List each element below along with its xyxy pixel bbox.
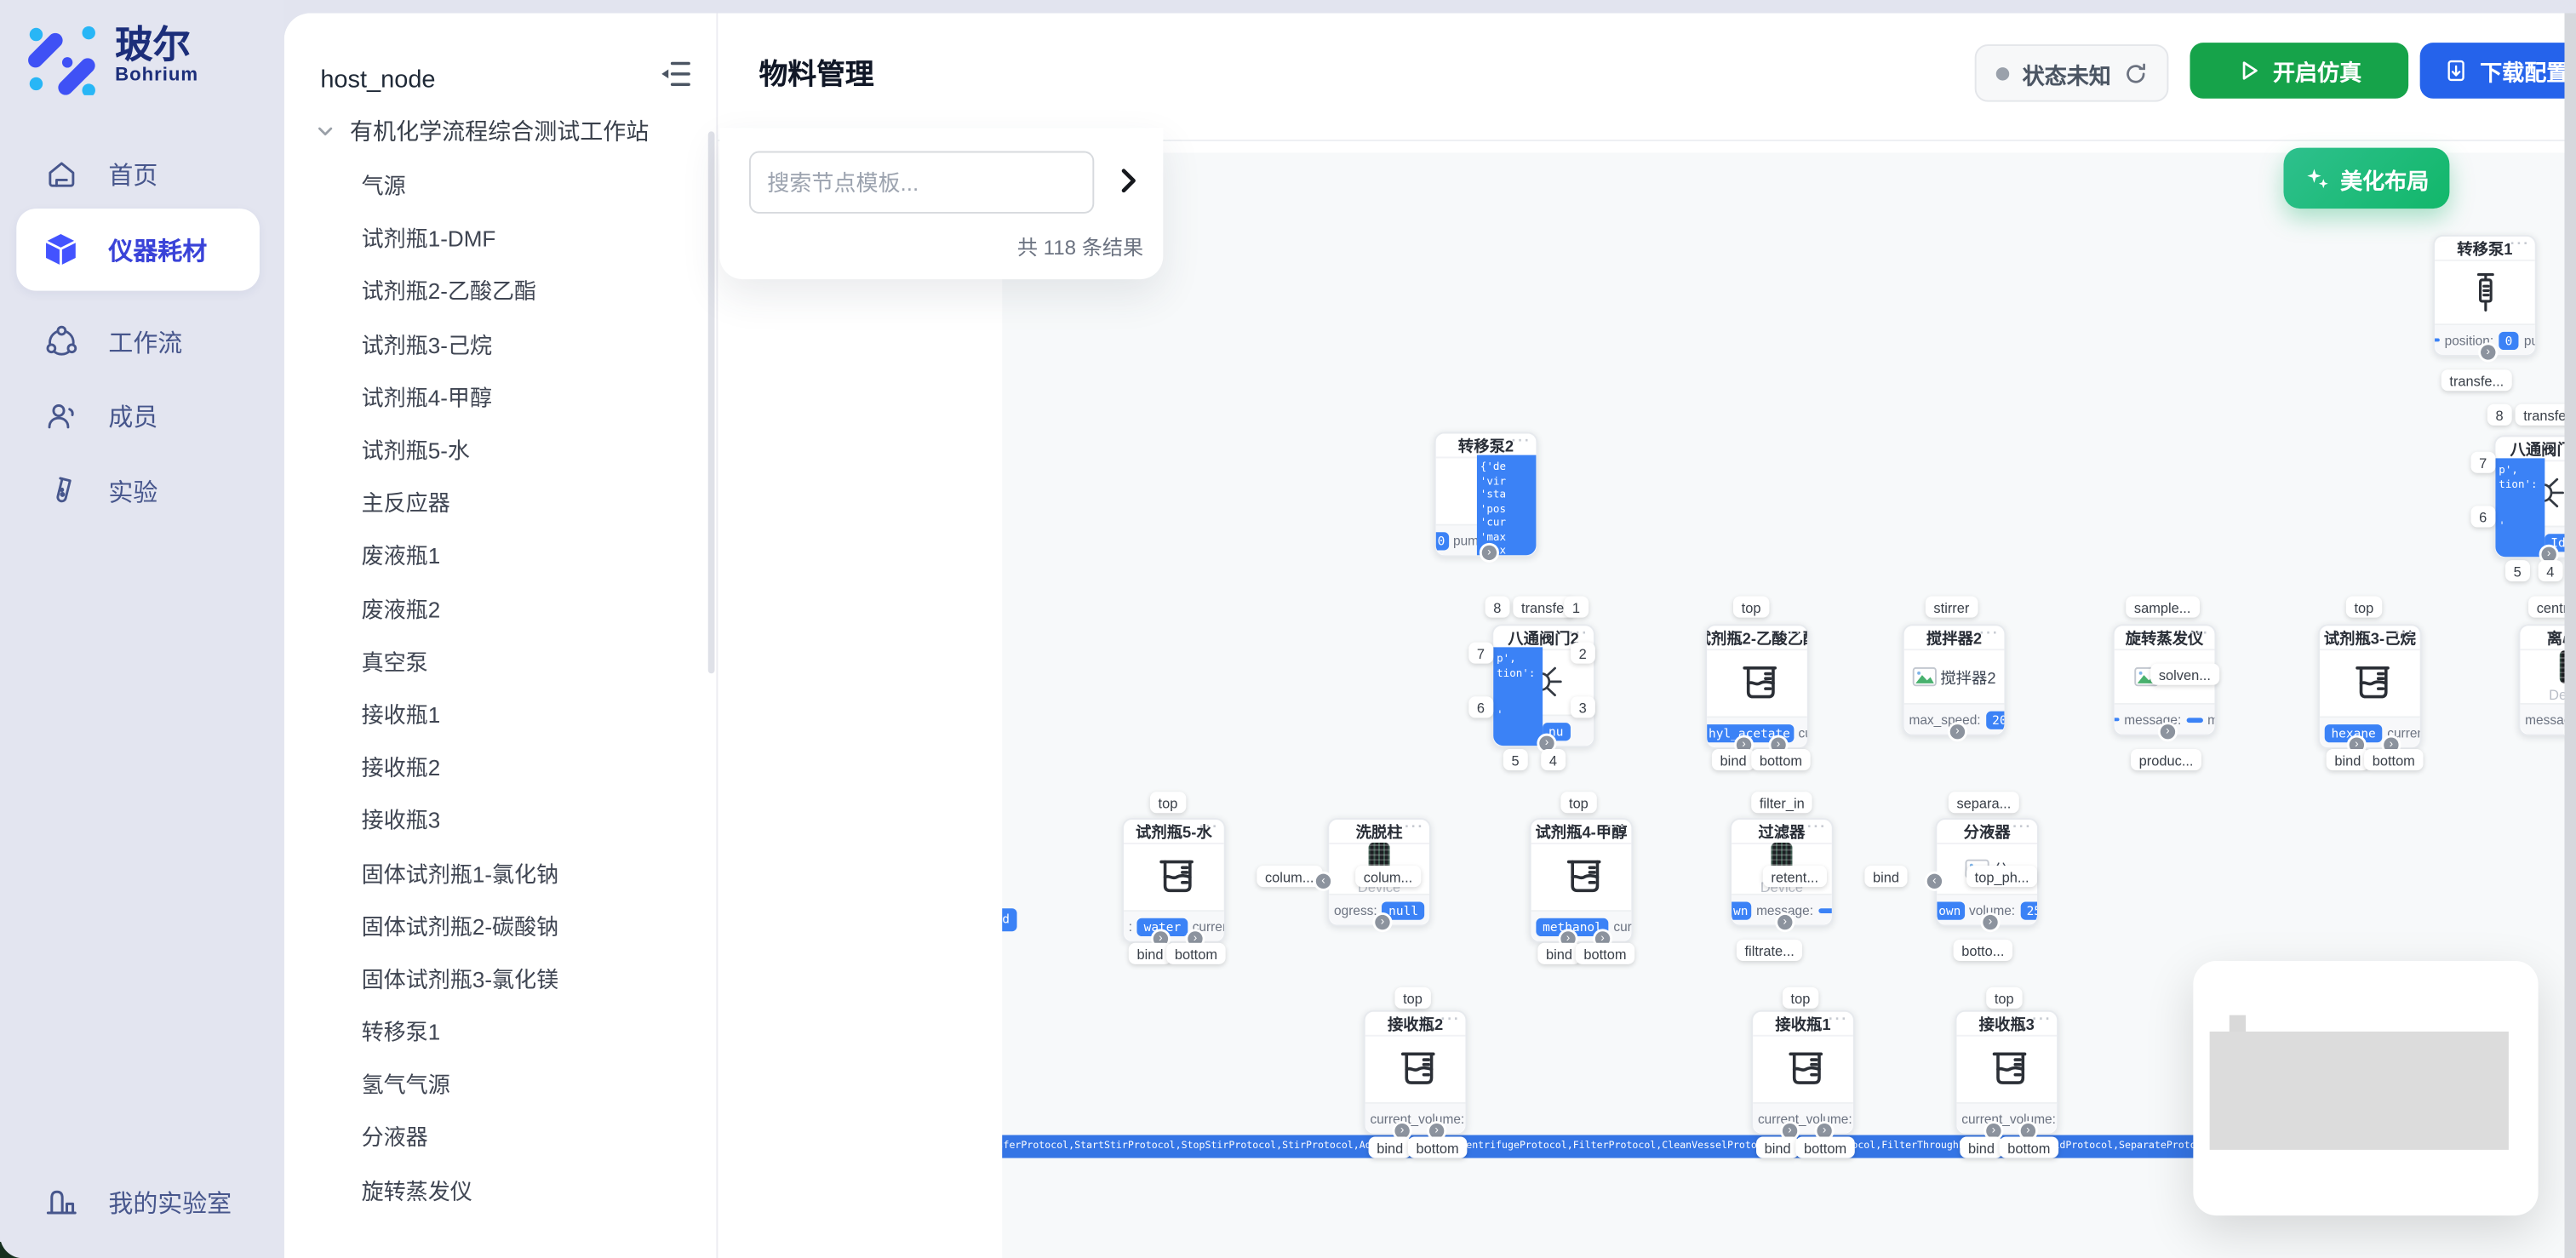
app-window: 玻尔 Bohrium 首页仪器耗材工作流成员实验 我的实验室 有机化学流程综合测… <box>0 0 2576 1258</box>
tree-item[interactable]: 接收瓶1 <box>362 686 707 739</box>
sidebar-item-label: 实验 <box>108 474 157 509</box>
tree-item[interactable]: 试剂瓶3-己烷 <box>362 317 707 369</box>
node-template-search-card: 共 118 条结果 <box>719 129 1163 280</box>
tree-item[interactable]: 真空泵 <box>362 633 707 686</box>
tree-item[interactable]: 固体试剂瓶3-氯化镁 <box>362 951 707 1004</box>
beautify-layout-label: 美化布局 <box>2340 162 2429 195</box>
lab-building-icon <box>43 1184 78 1220</box>
tree-item[interactable]: 接收瓶2 <box>362 740 707 792</box>
start-simulation-button[interactable]: 开启仿真 <box>2190 43 2408 99</box>
search-result-count: 共 118 条结果 <box>1017 230 1143 261</box>
collapse-panel-icon[interactable] <box>657 56 693 92</box>
tree-item[interactable]: 气源 <box>362 157 707 210</box>
minimap-graph-block <box>2210 1032 2509 1150</box>
experiment-icon <box>43 473 78 509</box>
chevron-down-icon <box>314 120 337 143</box>
refresh-icon[interactable] <box>2124 61 2147 84</box>
sparkles-icon <box>2304 166 2329 191</box>
page-scrollbar[interactable] <box>2564 13 2576 1258</box>
download-config-label: 下载配置 <box>2480 54 2568 88</box>
start-simulation-label: 开启仿真 <box>2273 54 2361 88</box>
download-icon <box>2444 59 2467 82</box>
search-input[interactable] <box>749 152 1094 214</box>
tree-item[interactable]: 试剂瓶5-水 <box>362 422 707 475</box>
status-label: 状态未知 <box>2023 57 2111 90</box>
node-tree-panel: host_node 有机化学流程综合测试工作站 气源试剂瓶1-DMF试剂瓶2-乙… <box>284 13 718 1258</box>
sidebar-item-label: 工作流 <box>108 324 182 359</box>
sidebar-item-label: 我的实验室 <box>108 1185 232 1220</box>
tree-scrollbar[interactable] <box>708 131 715 673</box>
bohrium-logo-icon <box>26 23 99 95</box>
tree-children: 气源试剂瓶1-DMF试剂瓶2-乙酸乙酯试剂瓶3-己烷试剂瓶4-甲醇试剂瓶5-水主… <box>362 157 707 1215</box>
workflow-icon <box>43 323 78 359</box>
tree-item[interactable]: 试剂瓶1-DMF <box>362 210 707 263</box>
beautify-layout-button[interactable]: 美化布局 <box>2283 148 2449 209</box>
sidebar-item-workflow[interactable]: 工作流 <box>16 309 260 375</box>
tree-item[interactable]: 氢气气源 <box>362 1056 707 1109</box>
sidebar-item-my-lab[interactable]: 我的实验室 <box>16 1169 272 1235</box>
brand-name-en: Bohrium <box>115 66 198 85</box>
sidebar-item-cube[interactable]: 仪器耗材 <box>16 209 260 290</box>
minimap[interactable] <box>2193 961 2538 1215</box>
tree-item[interactable]: 转移泵1 <box>362 1004 707 1056</box>
tree-item[interactable]: 试剂瓶4-甲醇 <box>362 369 707 422</box>
status-dot-icon <box>1996 66 2009 79</box>
tree-item[interactable]: 试剂瓶2-乙酸乙酯 <box>362 263 707 316</box>
tree-item[interactable]: 旋转蒸发仪 <box>362 1162 707 1215</box>
home-icon <box>43 156 78 192</box>
tree-item[interactable]: 主反应器 <box>362 475 707 528</box>
status-pill[interactable]: 状态未知 <box>1975 44 2169 102</box>
download-config-button[interactable]: 下载配置 <box>2420 43 2576 99</box>
brand-name-zh: 玻尔 <box>115 23 198 66</box>
expand-chevron-icon[interactable] <box>1117 168 1143 197</box>
members-icon <box>43 397 78 433</box>
tree-item[interactable]: 废液瓶1 <box>362 528 707 580</box>
sidebar-item-experiment[interactable]: 实验 <box>16 458 260 523</box>
tree-item[interactable]: 分液器 <box>362 1109 707 1162</box>
sidebar-item-label: 首页 <box>108 157 157 192</box>
tree-item[interactable]: 固体试剂瓶1-氯化钠 <box>362 845 707 898</box>
page-header: 物料管理 状态未知 开启仿真 <box>718 13 2576 141</box>
sidebar: 玻尔 Bohrium 首页仪器耗材工作流成员实验 我的实验室 <box>0 0 284 1258</box>
cube-icon <box>43 232 78 267</box>
sidebar-item-members[interactable]: 成员 <box>16 383 260 449</box>
sidebar-item-label: 成员 <box>108 398 157 433</box>
play-icon <box>2236 59 2259 82</box>
tree-item[interactable]: 接收瓶3 <box>362 792 707 845</box>
sidebar-item-home[interactable]: 首页 <box>16 141 260 207</box>
page-title: 物料管理 <box>759 53 874 94</box>
sidebar-item-label: 仪器耗材 <box>108 232 207 267</box>
tree-title: host_node <box>320 66 435 94</box>
tree-root-label: 有机化学流程综合测试工作站 <box>350 115 649 148</box>
brand-logo[interactable]: 玻尔 Bohrium <box>26 23 198 95</box>
tree-item[interactable]: 废液瓶2 <box>362 580 707 633</box>
tree-item[interactable]: 固体试剂瓶2-碳酸钠 <box>362 898 707 951</box>
tree-root-item[interactable]: 有机化学流程综合测试工作站 <box>314 115 650 148</box>
